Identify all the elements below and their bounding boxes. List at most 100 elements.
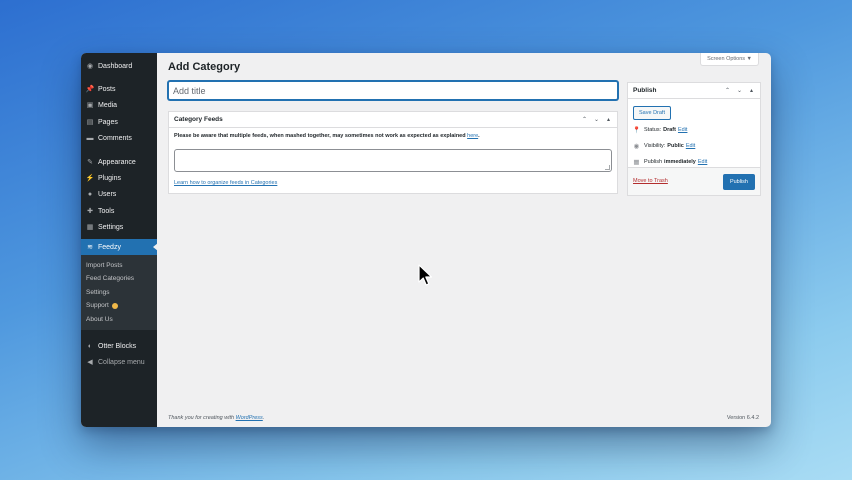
plug-icon: ⚡: [85, 175, 95, 183]
sidebar-item-dashboard[interactable]: ◉ Dashboard: [81, 58, 157, 74]
sidebar-item-pages[interactable]: ▤ Pages: [81, 114, 157, 130]
sidebar-item-label: Tools: [98, 207, 115, 215]
sidebar-item-plugins[interactable]: ⚡ Plugins: [81, 170, 157, 186]
title-input[interactable]: [168, 81, 618, 100]
user-icon: ●: [87, 191, 93, 199]
sidebar-item-label: Appearance: [98, 158, 136, 166]
feedzy-submenu: Import Posts Feed Categories Settings Suppo…: [81, 255, 157, 331]
page-icon: ▤: [86, 118, 94, 126]
media-icon: ▣: [86, 102, 94, 110]
submenu-item-label: Settings: [86, 288, 110, 296]
sidebar-item-label: Dashboard: [98, 62, 133, 70]
status-value: Draft: [663, 126, 676, 133]
submenu-item-feed-categories[interactable]: Feed Categories: [81, 272, 157, 286]
submenu-item-settings[interactable]: Settings: [81, 285, 157, 299]
notice-here-link[interactable]: here: [467, 133, 478, 139]
mouse-cursor-icon: [418, 264, 433, 286]
submenu-item-support[interactable]: Support: [81, 299, 157, 313]
publish-header: Publish ⌃ ⌄ ▴: [628, 83, 760, 99]
edit-visibility-link[interactable]: Edit: [686, 143, 695, 149]
publish-label: Publish: [644, 158, 663, 165]
sidebar-item-label: Plugins: [98, 175, 121, 183]
notice-period: .: [478, 133, 480, 139]
footer-thanks: Thank you for creating with WordPress.: [168, 415, 264, 421]
smiley-icon: [111, 302, 118, 309]
sidebar-item-settings[interactable]: ▦ Settings: [81, 220, 157, 236]
sidebar-item-media[interactable]: ▣ Media: [81, 98, 157, 114]
sidebar-item-comments[interactable]: ▬ Comments: [81, 131, 157, 147]
edit-schedule-link[interactable]: Edit: [698, 159, 707, 165]
status-label: Status:: [644, 126, 662, 133]
sidebar-item-collapse-menu[interactable]: ◀ Collapse menu: [81, 355, 157, 371]
toggle-panel-icon[interactable]: ▴: [605, 116, 612, 123]
footer-version: Version 6.4.2: [726, 415, 759, 421]
sidebar-item-label: Settings: [98, 224, 124, 232]
footer-period: .: [262, 415, 265, 421]
settings-icon: ▦: [86, 224, 94, 232]
dashboard-icon: ◉: [86, 62, 94, 70]
comment-icon: ▬: [86, 135, 94, 143]
brush-icon: ✎: [87, 158, 93, 166]
sidebar-item-label: Collapse menu: [98, 359, 145, 367]
otter-icon: ◐: [87, 342, 93, 350]
submenu-item-label: Import Posts: [86, 261, 123, 269]
sidebar-item-label: Posts: [98, 86, 116, 94]
move-up-icon[interactable]: ⌃: [724, 87, 731, 94]
publish-actions: Move to Trash Publish: [628, 167, 760, 195]
sidebar-item-posts[interactable]: 📌 Posts: [81, 81, 157, 97]
sidebar-item-label: Media: [98, 102, 118, 110]
move-up-icon[interactable]: ⌃: [581, 116, 588, 123]
footer-thanks-text: Thank you for creating with: [168, 415, 235, 421]
notice-text: Please be aware that multiple feeds, whe…: [174, 133, 466, 139]
page-title: Add Category: [168, 61, 241, 73]
pin-icon: 📍: [632, 126, 641, 134]
sidebar-item-users[interactable]: ● Users: [81, 187, 157, 203]
submenu-item-label: Feed Categories: [86, 275, 135, 283]
publish-title: Publish: [633, 87, 657, 94]
collapse-icon: ◀: [87, 359, 93, 367]
schedule-row: ▦ Publish immediately Edit: [633, 158, 707, 166]
feeds-notice: Please be aware that multiple feeds, whe…: [174, 133, 480, 139]
save-draft-button[interactable]: Save Draft: [633, 106, 671, 120]
visibility-row: ◉ Visibility: Public Edit: [633, 142, 696, 150]
publish-box-controls: ⌃ ⌄ ▴: [724, 87, 755, 94]
main-content: Screen Options ▼ Add Category Category F…: [157, 53, 771, 427]
wrench-icon: ✚: [87, 207, 93, 215]
visibility-value: Public: [667, 142, 684, 149]
sidebar-item-label: Users: [98, 191, 117, 199]
menu-separator: [81, 74, 157, 81]
submenu-item-import-posts[interactable]: Import Posts: [81, 258, 157, 272]
move-down-icon[interactable]: ⌄: [736, 87, 743, 94]
eye-icon: ◉: [633, 142, 640, 150]
sidebar-item-appearance[interactable]: ✎ Appearance: [81, 154, 157, 170]
visibility-label: Visibility:: [644, 142, 666, 149]
category-feeds-header: Category Feeds ⌃ ⌄ ▴: [169, 112, 617, 128]
calendar-icon: ▦: [633, 158, 640, 166]
sidebar-item-label: Otter Blocks: [98, 342, 137, 350]
sidebar-item-otter-blocks[interactable]: ◐ Otter Blocks: [81, 338, 157, 354]
status-row: 📍 Status: Draft Edit: [632, 126, 687, 134]
sidebar-item-feedzy[interactable]: ≋ Feedzy: [81, 238, 158, 256]
sidebar-item-label: Feedzy: [98, 243, 121, 251]
admin-menu: ◉ Dashboard 📌 Posts ▣ Media ▤ Pages ▬ Comments ✎ Ap…: [81, 53, 158, 371]
submenu-item-about-us[interactable]: About Us: [81, 313, 157, 327]
sidebar-item-label: Pages: [98, 118, 118, 126]
move-to-trash-link[interactable]: Move to Trash: [633, 178, 668, 184]
wordpress-link[interactable]: WordPress: [236, 415, 263, 421]
pin-icon: 📌: [85, 86, 95, 94]
browser-window: ◉ Dashboard 📌 Posts ▣ Media ▤ Pages ▬ Comments ✎ Ap…: [81, 53, 771, 427]
toggle-panel-icon[interactable]: ▴: [748, 87, 755, 94]
learn-categories-link[interactable]: Learn how to organize feeds in Categorie…: [174, 180, 277, 186]
publish-button[interactable]: Publish: [722, 174, 755, 190]
sidebar-item-tools[interactable]: ✚ Tools: [81, 203, 157, 219]
publish-value: immediately: [664, 158, 696, 165]
category-feeds-box: Category Feeds ⌃ ⌄ ▴ Please be aware tha…: [168, 111, 618, 194]
box-controls: ⌃ ⌄ ▴: [581, 116, 612, 123]
publish-box: Publish ⌃ ⌄ ▴ Save Draft 📍 Status: Draft…: [627, 82, 761, 196]
feeds-textarea[interactable]: [174, 149, 612, 172]
screen-options-button[interactable]: Screen Options ▼: [700, 53, 759, 66]
menu-separator: [81, 330, 157, 338]
move-down-icon[interactable]: ⌄: [593, 116, 600, 123]
category-feeds-title: Category Feeds: [174, 116, 223, 123]
edit-status-link[interactable]: Edit: [678, 127, 687, 133]
